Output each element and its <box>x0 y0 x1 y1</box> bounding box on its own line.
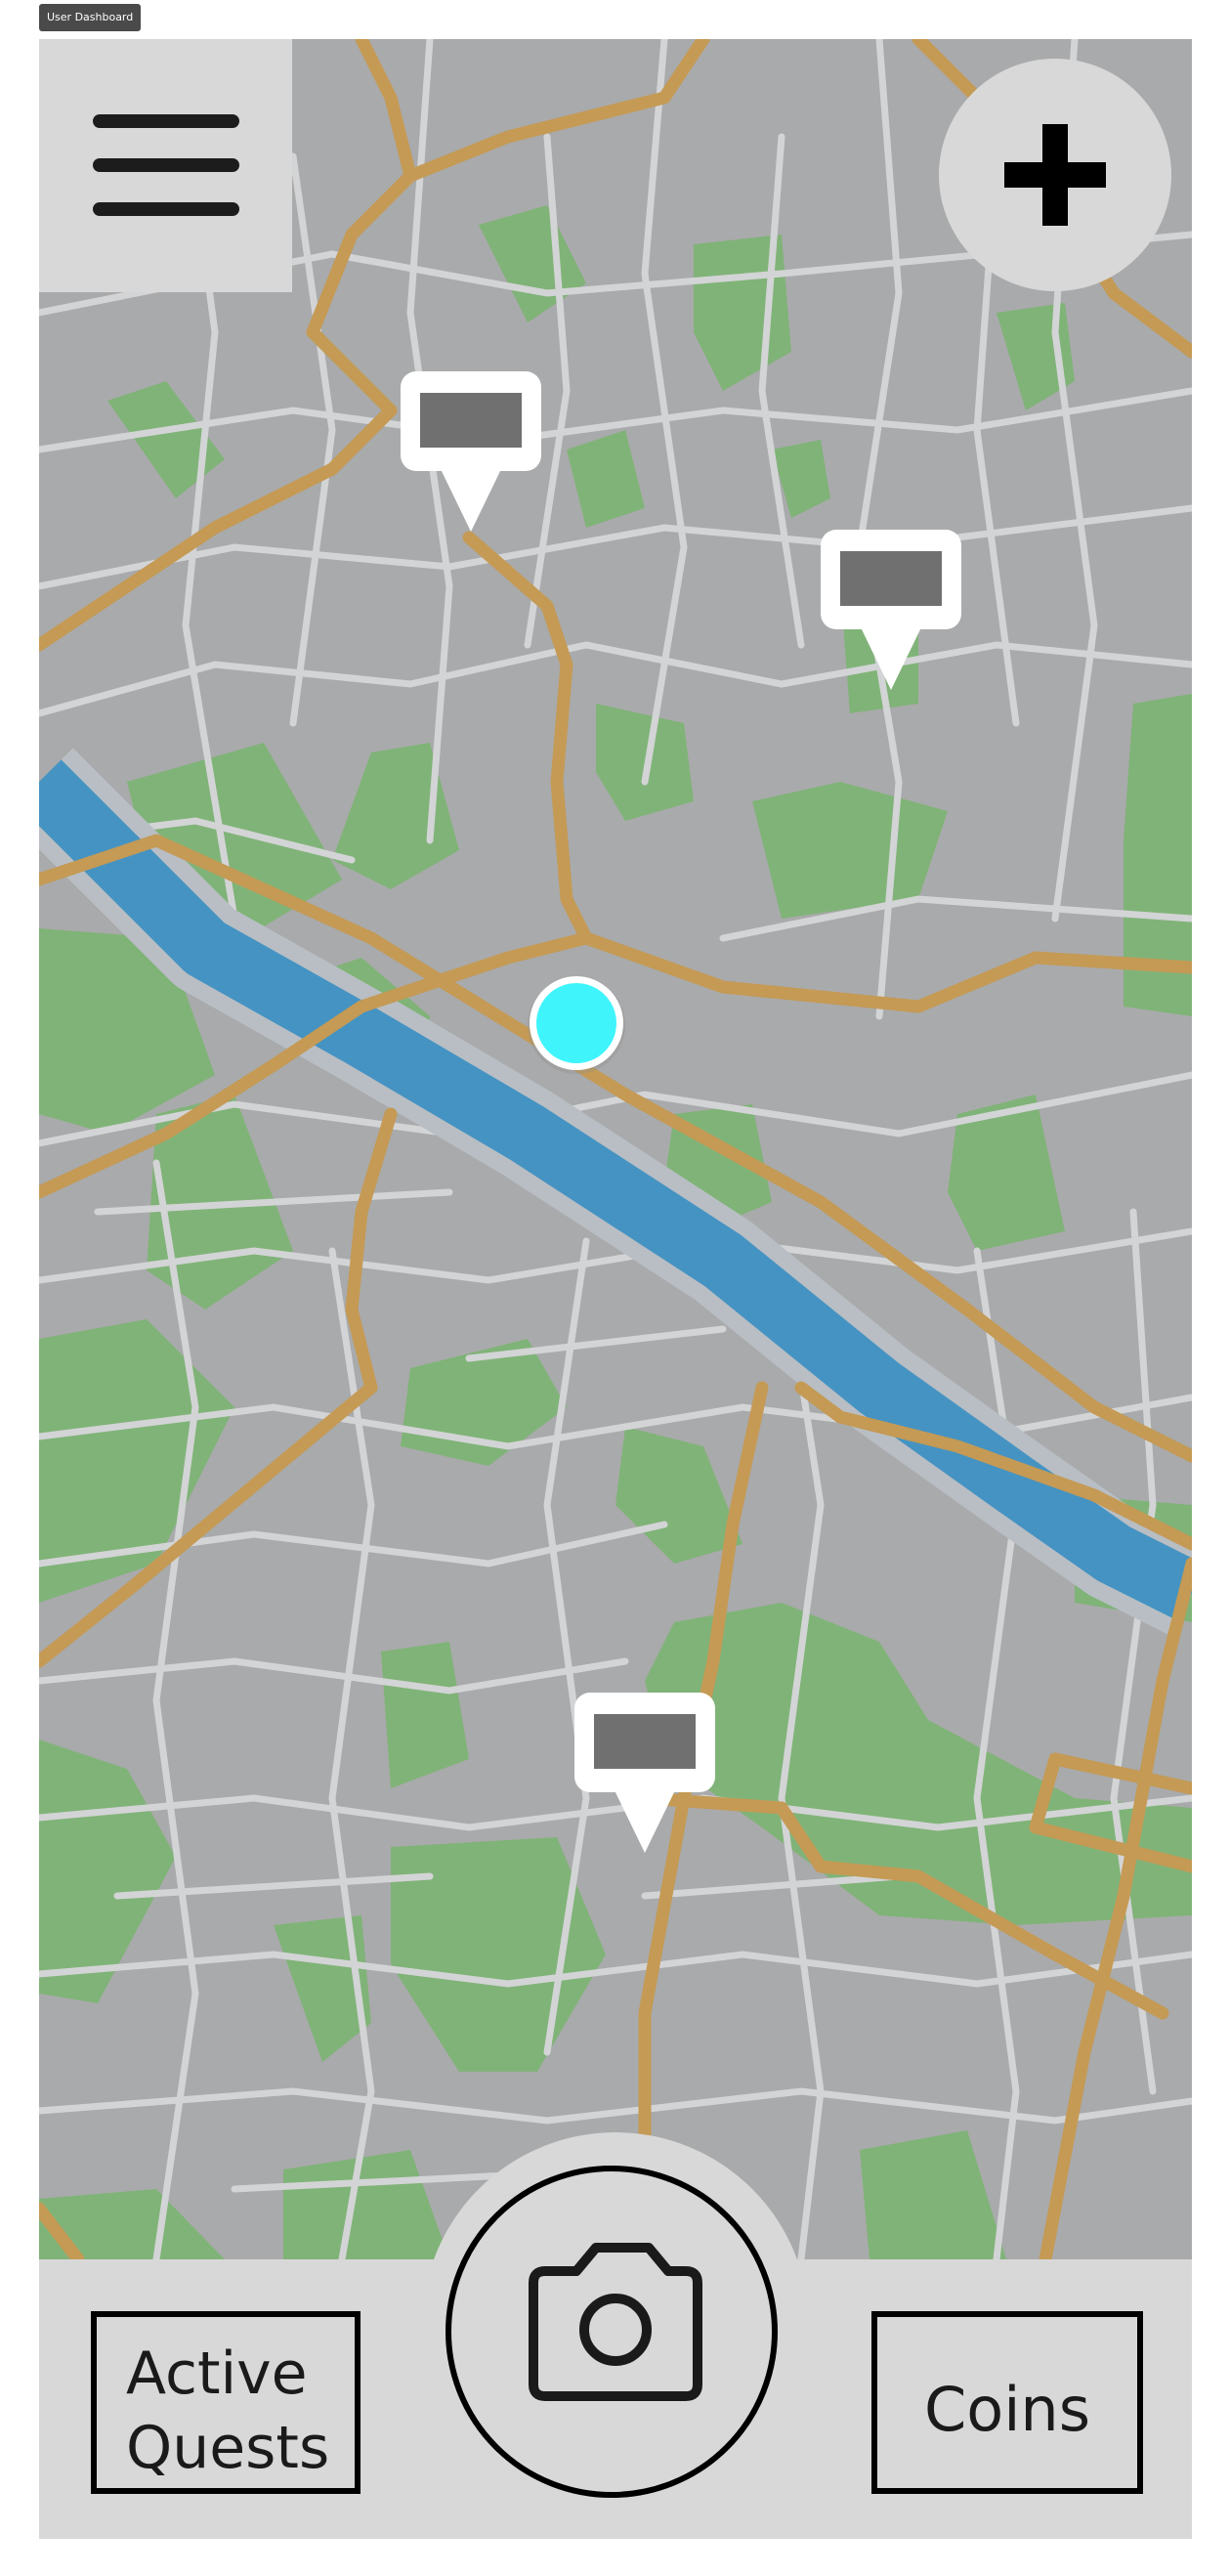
camera-icon <box>529 2243 702 2401</box>
add-button[interactable] <box>939 59 1171 291</box>
quest-pin-icon[interactable] <box>401 371 541 532</box>
map-graphic <box>39 39 1192 2259</box>
active-quests-button[interactable]: Active Quests <box>91 2311 361 2494</box>
app-screen: Active Quests Coins <box>39 39 1192 2539</box>
coins-label: Coins <box>923 2374 1091 2445</box>
quest-pin-icon[interactable] <box>821 530 961 690</box>
city-map[interactable] <box>39 39 1192 2259</box>
coins-button[interactable]: Coins <box>871 2311 1143 2494</box>
quest-pin-icon[interactable] <box>574 1693 715 1853</box>
window-title: User Dashboard <box>39 4 142 31</box>
active-quests-label: Active Quests <box>126 2340 330 2482</box>
camera-button[interactable] <box>445 2166 778 2498</box>
menu-button[interactable] <box>39 39 292 292</box>
user-location-icon <box>528 976 625 1074</box>
plus-icon <box>1004 124 1106 226</box>
